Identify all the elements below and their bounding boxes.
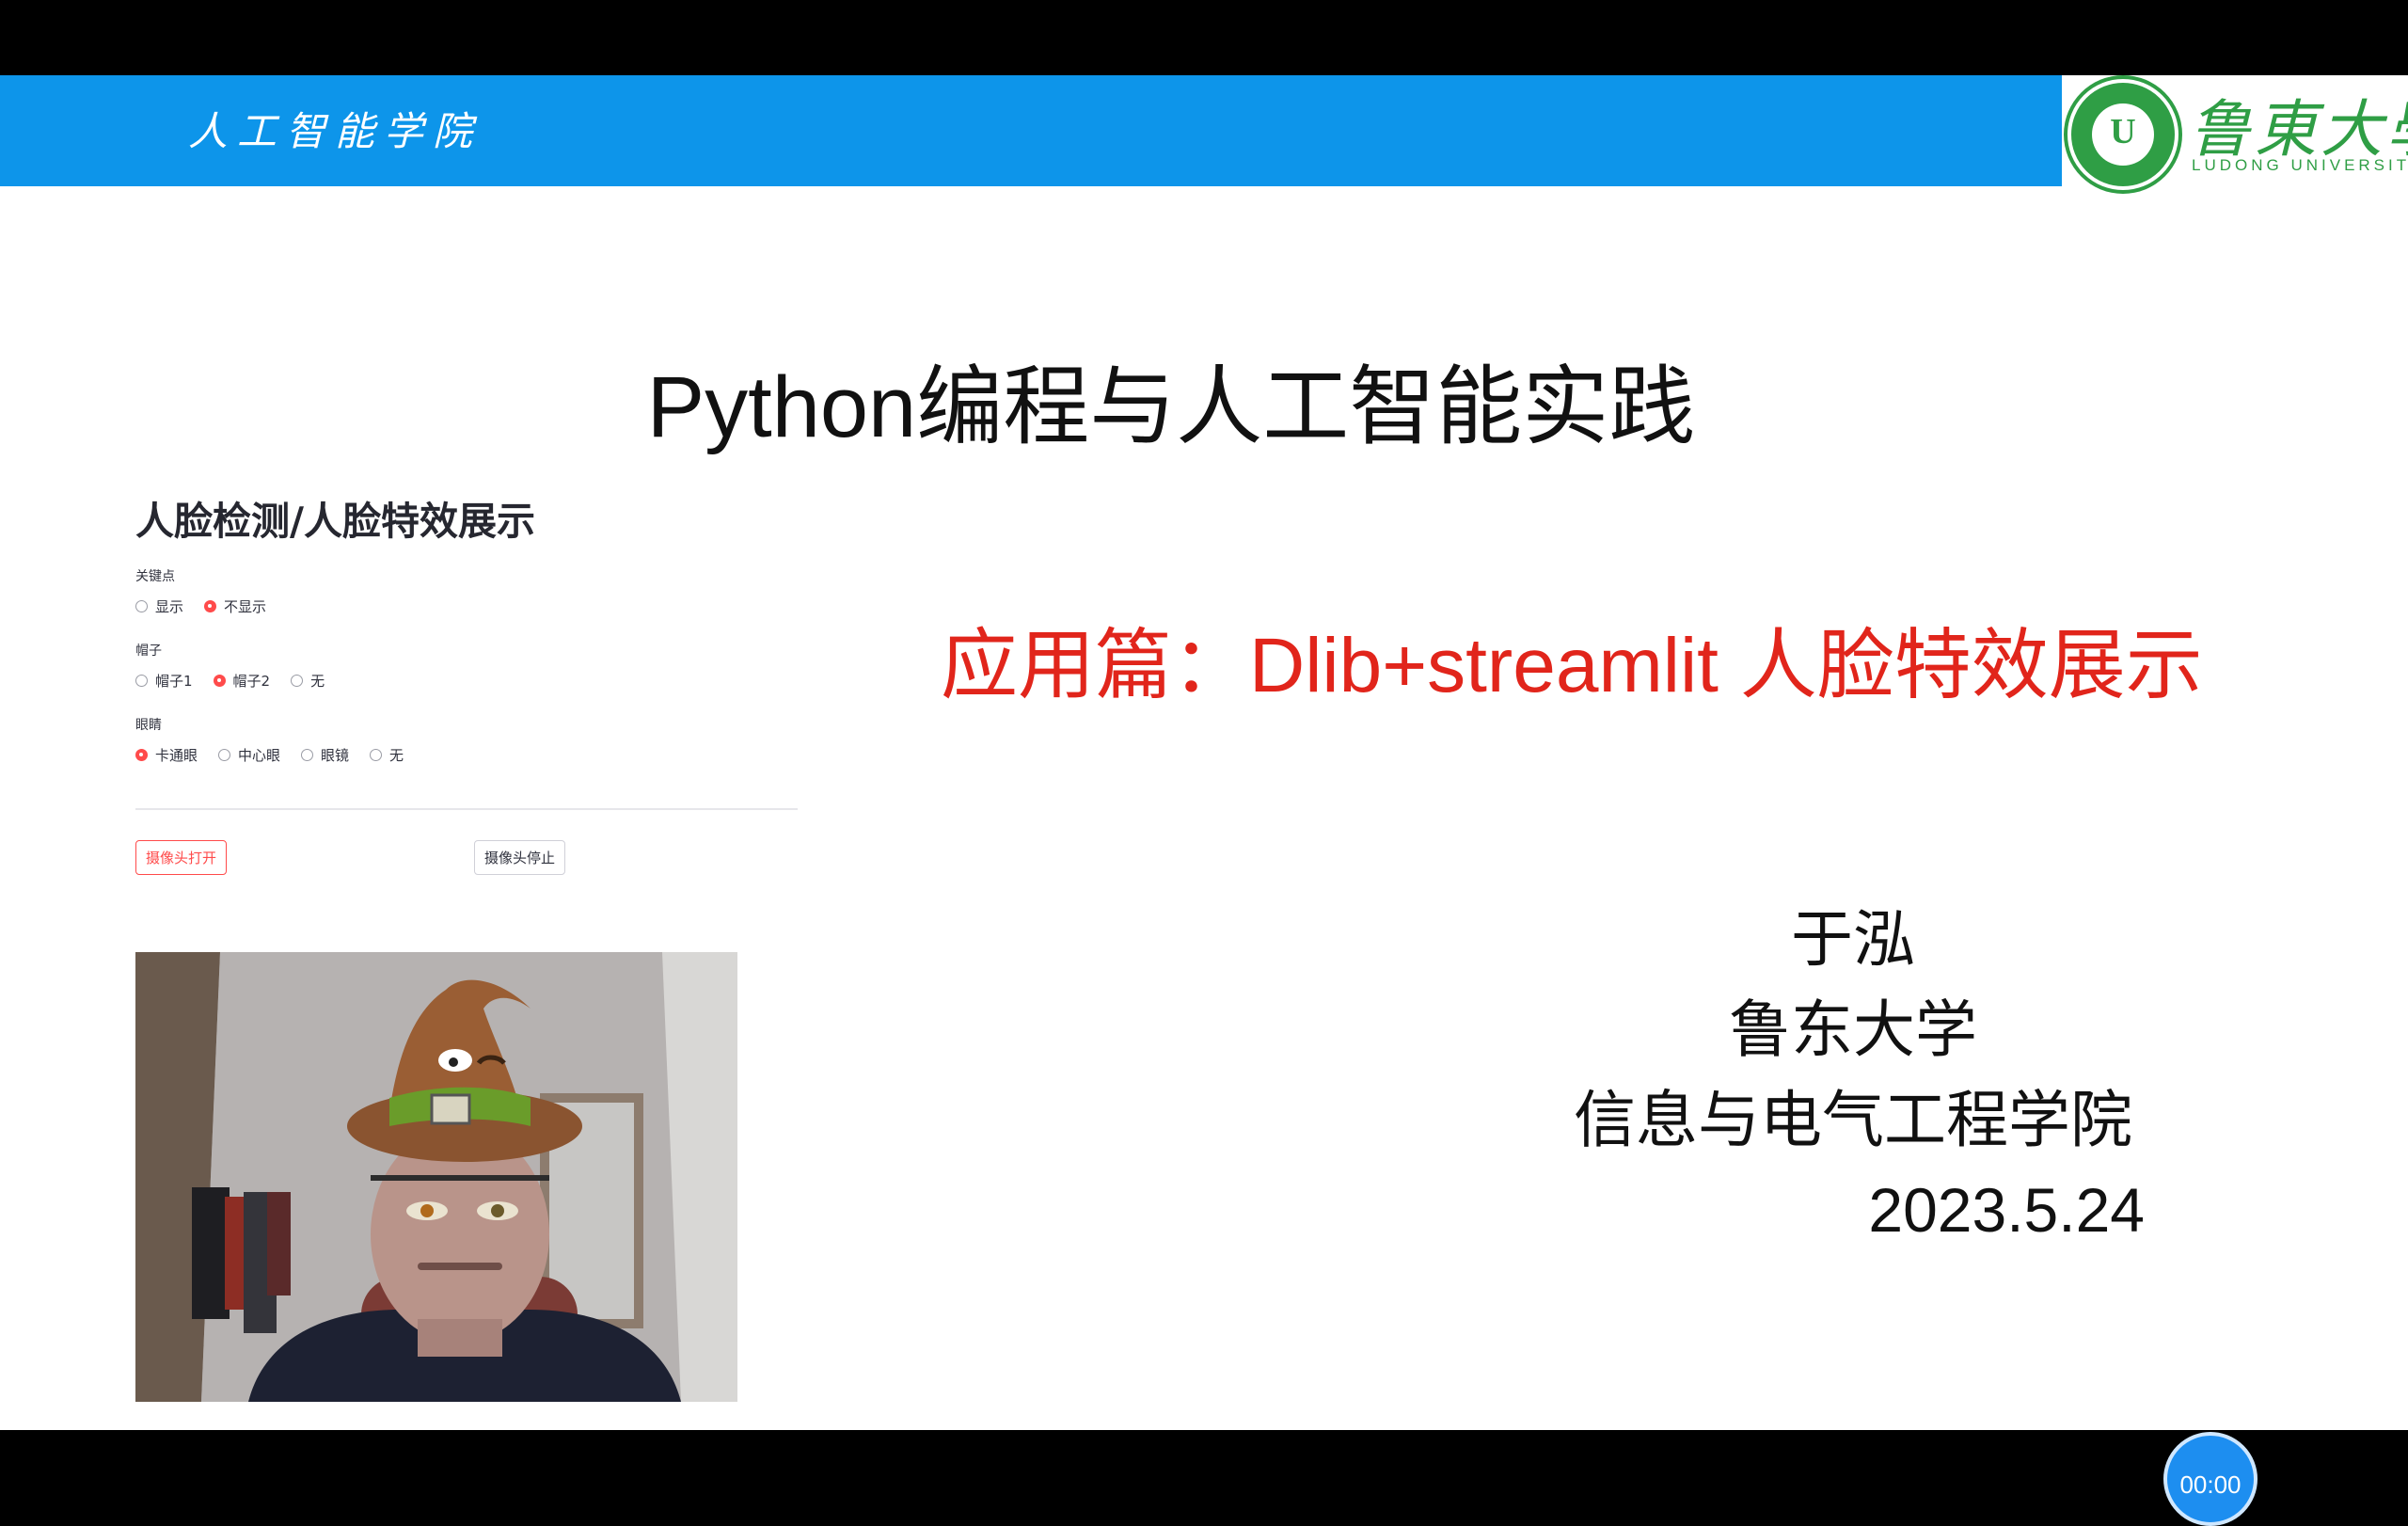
university-name-en: LUDONG UNIVERSITY <box>2192 156 2408 174</box>
slide-title: Python编程与人工智能实践 <box>646 359 1696 455</box>
radio-option[interactable]: 帽子2 <box>213 671 270 691</box>
radio-option[interactable]: 帽子1 <box>135 671 193 691</box>
recording-timer-button[interactable]: 00:00 <box>2163 1432 2258 1526</box>
radio-option[interactable]: 眼镜 <box>301 745 349 765</box>
radio-dot-icon <box>213 675 226 687</box>
streamlit-app-screenshot: 人脸检测/人脸特效展示 关键点 显示 不显示 帽子 帽子1 帽子2 无 眼睛 卡… <box>135 489 803 1430</box>
author-university: 鲁东大学 <box>1729 994 1977 1064</box>
university-seal-icon: U <box>2067 79 2178 190</box>
radio-dot-icon <box>135 600 148 612</box>
radio-option[interactable]: 卡通眼 <box>135 745 198 765</box>
author-info: 于泓 鲁东大学 信息与电气工程学院 2023.5.24 <box>1505 894 2201 1255</box>
university-logo: U 鲁東大學 LUDONG UNIVERSITY <box>2062 75 2408 190</box>
radio-option[interactable]: 无 <box>291 671 325 691</box>
radio-option[interactable]: 显示 <box>135 596 183 616</box>
radio-option[interactable]: 无 <box>370 745 404 765</box>
webcam-feed <box>135 952 737 1402</box>
eyes-radio-group: 卡通眼 中心眼 眼镜 无 <box>135 745 803 765</box>
radio-option[interactable]: 中心眼 <box>218 745 280 765</box>
radio-dot-icon <box>135 749 148 761</box>
radio-dot-icon <box>135 675 148 687</box>
header-banner: 人工智能学院 U 鲁東大學 LUDONG UNIVERSITY <box>0 75 2408 190</box>
slide-subtitle: 应用篇：Dlib+streamlit 人脸特效展示 <box>941 623 2203 708</box>
radio-option[interactable]: 不显示 <box>204 596 266 616</box>
radio-dot-icon <box>218 749 231 761</box>
presentation-date: 2023.5.24 <box>1868 1175 2145 1245</box>
radio-dot-icon <box>301 749 314 761</box>
hat-radio-group: 帽子1 帽子2 无 <box>135 671 803 691</box>
hat-label: 帽子 <box>135 644 162 659</box>
app-title: 人脸检测/人脸特效展示 <box>135 499 535 544</box>
banner-title: 人工智能学院 <box>188 108 483 154</box>
slide: 人工智能学院 U 鲁東大學 LUDONG UNIVERSITY Python编程… <box>0 75 2408 1430</box>
keypoints-label: 关键点 <box>135 569 175 584</box>
keypoints-radio-group: 显示 不显示 <box>135 596 803 616</box>
camera-stop-button[interactable]: 摄像头停止 <box>474 840 566 875</box>
author-name: 于泓 <box>1791 904 1915 974</box>
radio-dot-icon <box>291 675 304 687</box>
radio-dot-icon <box>370 749 383 761</box>
author-school: 信息与电气工程学院 <box>1574 1085 2132 1154</box>
eyes-label: 眼睛 <box>135 718 162 733</box>
radio-dot-icon <box>204 600 217 612</box>
divider <box>135 808 798 810</box>
camera-open-button[interactable]: 摄像头打开 <box>135 840 228 875</box>
